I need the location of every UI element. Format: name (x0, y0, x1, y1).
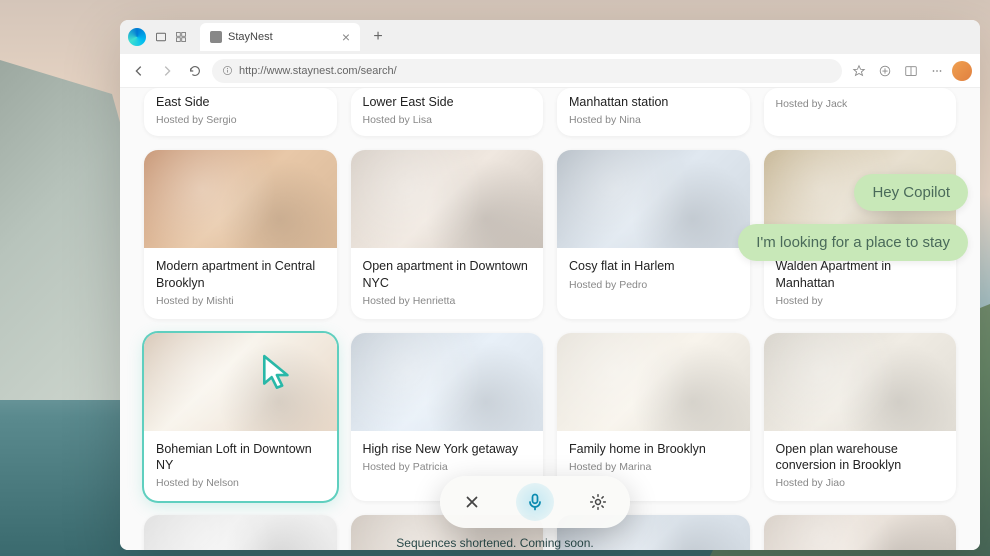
listing-row-partial-top: East Side Hosted by Sergio Lower East Sid… (144, 88, 956, 136)
listing-card[interactable]: East Side Hosted by Sergio (144, 88, 337, 136)
tab-favicon-icon (210, 31, 222, 43)
listing-title: Bohemian Loft in Downtown NY (156, 441, 325, 474)
listing-card[interactable]: Open plan warehouse conversion in Brookl… (764, 333, 957, 502)
browser-window: StayNest × + http://www.staynest.com/sea… (120, 20, 980, 550)
listing-host: Hosted by Marina (569, 461, 738, 473)
listing-thumb (764, 333, 957, 431)
refresh-button[interactable] (184, 60, 206, 82)
url-field[interactable]: http://www.staynest.com/search/ (212, 59, 842, 83)
listing-title: High rise New York getaway (363, 441, 532, 457)
listing-title: Open plan warehouse conversion in Brookl… (776, 441, 945, 474)
copilot-voice-bar (440, 476, 630, 528)
speech-bubble-1: Hey Copilot (854, 174, 968, 211)
speech-text: I'm looking for a place to stay (756, 234, 950, 251)
address-bar: http://www.staynest.com/search/ (120, 54, 980, 88)
listing-title: East Side (156, 94, 325, 110)
listing-host: Hosted by Henrietta (363, 295, 532, 307)
cursor-icon (258, 352, 300, 394)
listing-thumb (144, 150, 337, 248)
speech-text: Hey Copilot (872, 184, 950, 201)
collections-icon[interactable] (874, 60, 896, 82)
tab-title: StayNest (228, 31, 273, 43)
listing-title: Walden Apartment in Manhattan (776, 258, 945, 291)
favorite-icon[interactable] (848, 60, 870, 82)
listing-card[interactable]: Lower East Side Hosted by Lisa (351, 88, 544, 136)
caption-text: Sequences shortened. Coming soon. (396, 536, 593, 550)
listing-card-selected[interactable]: Bohemian Loft in Downtown NY Hosted by Ne… (144, 333, 337, 502)
listing-host: Hosted by Jiao (776, 477, 945, 489)
listing-thumb (764, 515, 957, 550)
listing-card[interactable]: Open apartment in Downtown NYC Hosted by … (351, 150, 544, 319)
url-text: http://www.staynest.com/search/ (239, 65, 397, 77)
menu-icon[interactable] (926, 60, 948, 82)
listing-card[interactable] (764, 515, 957, 550)
listing-title: Family home in Brooklyn (569, 441, 738, 457)
listing-host: Hosted by Mishti (156, 295, 325, 307)
copilot-mic-button[interactable] (516, 483, 554, 521)
listing-host: Hosted by (776, 295, 945, 307)
listing-host: Hosted by Sergio (156, 114, 325, 126)
speech-bubble-2: I'm looking for a place to stay (738, 224, 968, 261)
tab-actions-icon[interactable] (154, 30, 168, 44)
forward-button[interactable] (156, 60, 178, 82)
listing-title: Open apartment in Downtown NYC (363, 258, 532, 291)
listing-title: Modern apartment in Central Brooklyn (156, 258, 325, 291)
listing-host: Hosted by Lisa (363, 114, 532, 126)
listing-host: Hosted by Jack (776, 98, 945, 110)
listing-card[interactable]: Manhattan station Hosted by Nina (557, 88, 750, 136)
new-tab-button[interactable]: + (366, 28, 390, 46)
listing-host: Hosted by Nina (569, 114, 738, 126)
listing-title: Manhattan station (569, 94, 738, 110)
browser-tab[interactable]: StayNest × (200, 23, 360, 51)
site-info-icon (222, 65, 233, 76)
listing-thumb (351, 150, 544, 248)
edge-logo-icon (128, 28, 146, 46)
copilot-close-button[interactable] (453, 483, 491, 521)
listing-thumb (557, 150, 750, 248)
split-screen-icon[interactable] (900, 60, 922, 82)
listing-host: Hosted by Nelson (156, 477, 325, 489)
listing-title: Lower East Side (363, 94, 532, 110)
listing-title: Cosy flat in Harlem (569, 258, 738, 274)
listing-card[interactable]: Hosted by Jack (764, 88, 957, 136)
workspaces-icon[interactable] (174, 30, 188, 44)
listing-card[interactable] (144, 515, 337, 550)
listing-thumb (144, 515, 337, 550)
tab-close-icon[interactable]: × (342, 29, 350, 45)
listing-thumb (144, 333, 337, 431)
listing-host: Hosted by Pedro (569, 279, 738, 291)
listing-card[interactable]: Modern apartment in Central Brooklyn Host… (144, 150, 337, 319)
titlebar: StayNest × + (120, 20, 980, 54)
listing-host: Hosted by Patricia (363, 461, 532, 473)
listing-thumb (351, 333, 544, 431)
listing-thumb (557, 333, 750, 431)
listing-card[interactable]: Cosy flat in Harlem Hosted by Pedro (557, 150, 750, 319)
back-button[interactable] (128, 60, 150, 82)
profile-avatar-icon[interactable] (952, 61, 972, 81)
copilot-settings-button[interactable] (579, 483, 617, 521)
